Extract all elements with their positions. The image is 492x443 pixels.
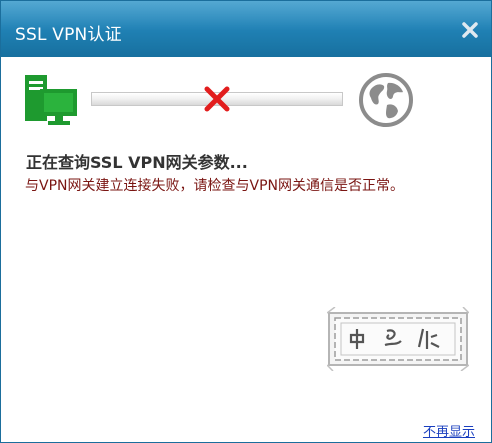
window-title: SSL VPN认证: [15, 25, 122, 45]
error-message: 与VPN网关建立连接失败，请检查与VPN网关通信是否正常。: [25, 178, 404, 194]
decorative-seal-logo: [327, 307, 469, 371]
close-button[interactable]: [459, 19, 481, 41]
computer-icon: [25, 75, 77, 125]
close-icon: [462, 22, 478, 38]
connection-progress: [1, 63, 491, 133]
globe-icon: [359, 73, 413, 127]
status-title: 正在查询SSL VPN网关参数...: [26, 153, 248, 172]
title-bar[interactable]: SSL VPN认证: [1, 1, 491, 57]
vpn-auth-dialog: SSL VPN认证 正在查询SSL VPN网关参数... 与VPN网关建立连接失…: [0, 0, 492, 443]
fail-x-icon: [204, 86, 230, 112]
dont-show-again-link[interactable]: 不再显示: [423, 421, 475, 440]
